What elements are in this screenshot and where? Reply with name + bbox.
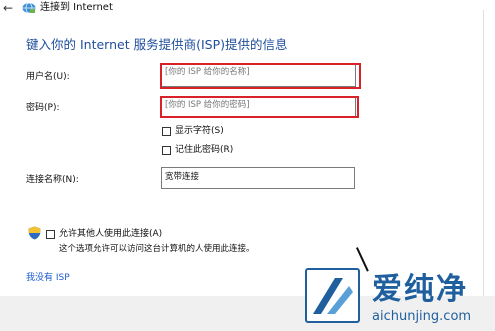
connection-name-label: 连接名称(N): [26,175,79,185]
watermark-logo-icon [305,268,360,323]
password-input[interactable]: [你的 ISP 给你的密码] [161,97,356,117]
watermark-domain: aichunjing.com [372,309,472,324]
password-placeholder: [你的 ISP 给你的密码] [165,100,250,110]
back-arrow-icon[interactable]: ← [3,1,13,15]
network-globe-icon [22,2,36,14]
remember-password-checkbox[interactable] [162,145,171,155]
watermark-brand: 爱纯净 [372,272,468,307]
right-divider [483,10,484,300]
title-bar: ← 连接到 Internet [0,0,495,18]
connect-to-internet-window: ← 连接到 Internet 键入你的 Internet 服务提供商(ISP)提… [0,0,495,331]
connection-name-value: 宽带连接 [165,172,200,182]
remember-password-option[interactable]: 记住此密码(R) [162,144,233,156]
username-placeholder: [你的 ISP 给你的名称] [165,67,250,77]
allow-others-option[interactable]: 允许其他人使用此连接(A) [46,228,162,240]
password-label: 密码(P): [26,103,60,113]
no-isp-link[interactable]: 我没有 ISP [26,272,70,284]
shield-icon [28,226,41,240]
username-input[interactable]: [你的 ISP 给你的名称] [161,64,356,87]
connection-name-input[interactable]: 宽带连接 [161,167,355,189]
show-characters-option[interactable]: 显示字符(S) [162,125,224,137]
allow-others-hint: 这个选项允许可以访问这台计算机的人使用此连接。 [59,244,255,254]
window-title: 连接到 Internet [40,2,113,13]
username-label: 用户名(U): [26,72,70,82]
show-characters-label: 显示字符(S) [175,126,224,136]
page-heading: 键入你的 Internet 服务提供商(ISP)提供的信息 [26,37,288,52]
allow-others-label: 允许其他人使用此连接(A) [59,229,163,239]
remember-password-label: 记住此密码(R) [175,145,234,155]
allow-others-checkbox[interactable] [46,229,55,239]
show-characters-checkbox[interactable] [162,126,171,136]
